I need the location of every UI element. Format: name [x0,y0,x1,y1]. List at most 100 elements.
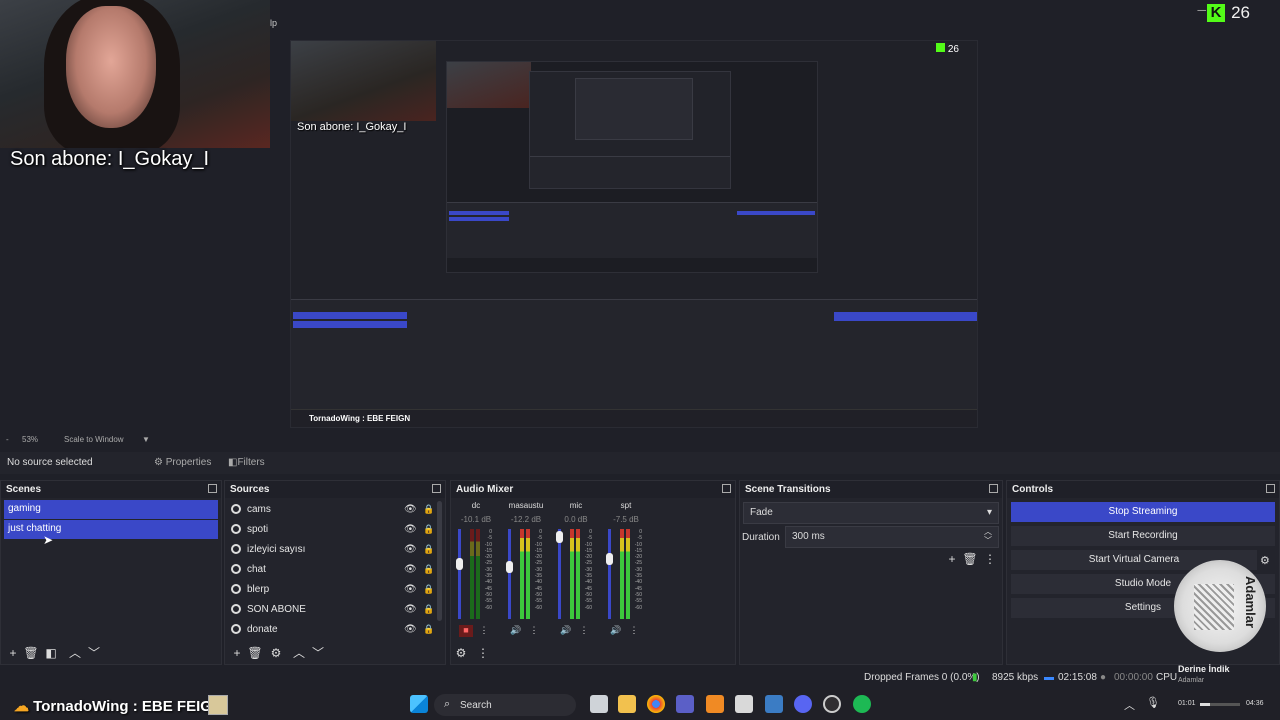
lock-icon[interactable]: 🔒 [423,604,434,615]
move-up-button[interactable]: ︿ [67,645,83,661]
source-icon [231,624,241,634]
duration-input[interactable]: 300 ms ︿ ﹀ [785,526,999,548]
filters-button[interactable]: ◧Filters [224,455,269,472]
lock-icon[interactable]: 🔒 [423,504,434,515]
remove-source-button[interactable]: 🗑 [247,645,263,661]
properties-button[interactable]: ⚙ Properties [150,455,215,472]
chevron-down-icon[interactable]: ▼ [142,435,150,444]
discord-icon[interactable] [794,695,812,713]
scene-gaming[interactable]: gaming [4,500,218,519]
eye-icon[interactable]: 👁 [404,624,417,635]
scene-just-chatting[interactable]: just chatting [4,520,218,539]
task-view-icon[interactable] [590,695,608,713]
undock-icon[interactable] [989,484,998,493]
sources-scrollbar[interactable] [437,501,442,621]
mixer-menu-icon[interactable]: ⋮ [475,645,491,661]
transition-type-select[interactable]: Fade ▾ [743,502,999,524]
source-row[interactable]: izleyici sayısı 👁 🔒 [229,541,439,559]
speaker-icon[interactable]: 🔊 [559,625,573,637]
source-row[interactable]: spoti 👁 🔒 [229,521,439,539]
speaker-icon[interactable]: 🔊 [609,625,623,637]
scene-transitions-dock: Scene Transitions Fade ▾ Duration 300 ms… [739,480,1003,665]
eye-icon[interactable]: 👁 [404,544,417,555]
add-scene-button[interactable]: + [5,645,21,661]
add-transition-button[interactable]: + [944,551,960,567]
chrome-icon[interactable] [647,695,665,713]
lock-icon[interactable]: 🔒 [423,524,434,535]
undock-icon[interactable] [1266,484,1275,493]
transition-menu-icon[interactable]: ⋮ [982,551,998,567]
undock-icon[interactable] [208,484,217,493]
scene-filters-button[interactable]: ◧ [43,645,59,661]
lock-icon[interactable]: 🔒 [423,584,434,595]
source-row[interactable]: chat 👁 🔒 [229,561,439,579]
add-source-button[interactable]: + [229,645,245,661]
source-row[interactable]: SON ABONE 👁 🔒 [229,601,439,619]
mic-icon[interactable]: 🎙 [1146,696,1160,709]
app-icon[interactable] [706,695,724,713]
file-explorer-icon[interactable] [618,695,636,713]
channel-menu-icon[interactable]: ⋮ [527,625,541,637]
volume-fader[interactable] [458,529,461,619]
settings-app-icon[interactable] [765,695,783,713]
chevron-down-icon: ▾ [986,507,992,518]
menu-help[interactable]: lp [270,18,277,28]
fader-knob[interactable] [456,558,463,570]
stop-streaming-button[interactable]: Stop Streaming [1011,502,1275,522]
spotify-icon[interactable] [853,695,871,713]
start-recording-button[interactable]: Start Recording [1011,526,1275,546]
obs-icon[interactable] [823,695,841,713]
db-scale: 0 -5 -10 -15 -20 -25 -30 -35 -40 -45 -50 -55 -60 [634,529,642,611]
move-down-button[interactable]: ﹀ [310,645,326,661]
eye-icon[interactable]: 👁 [404,524,417,535]
move-up-button[interactable]: ︿ [291,645,307,661]
eye-icon[interactable]: 👁 [404,504,417,515]
notes-icon[interactable] [735,695,753,713]
move-down-button[interactable]: ﹀ [86,645,102,661]
lock-icon[interactable]: 🔒 [423,624,434,635]
status-bar: Dropped Frames 0 (0.0%) ▮ 8925 kbps ▬ 02… [0,669,1280,687]
source-row[interactable]: blerp 👁 🔒 [229,581,439,599]
signal-icon: ▮ [972,672,978,683]
channel-menu-icon[interactable]: ⋮ [477,625,491,637]
taskbar-search[interactable]: ⌕ Search [434,694,576,716]
volume-fader[interactable] [508,529,511,619]
spotify-progress[interactable] [1200,703,1240,706]
teams-icon[interactable] [676,695,694,713]
lock-icon[interactable]: 🔒 [423,564,434,575]
scale-mode-select[interactable]: Scale to Window [64,435,124,444]
speaker-icon[interactable]: 🔊 [509,625,523,637]
tray-chevron-icon[interactable]: ︿ [1124,697,1135,713]
duration-label: Duration [742,532,780,543]
obs-preview[interactable]: Son abone: I_Gokay_I 26 TornadoWing : EB… [290,40,978,428]
eye-icon[interactable]: 👁 [404,604,417,615]
eye-icon[interactable]: 👁 [404,584,417,595]
preview-scene-chatting [293,321,407,328]
channel-menu-icon[interactable]: ⋮ [627,625,641,637]
minimize-icon[interactable]: ─ [1197,3,1206,17]
fader-knob[interactable] [556,531,563,543]
fader-knob[interactable] [606,553,613,565]
remove-transition-button[interactable]: 🗑 [962,551,978,567]
volume-fader[interactable] [608,529,611,619]
remove-scene-button[interactable]: 🗑 [23,645,39,661]
fader-knob[interactable] [506,561,513,573]
album-art-image [1194,584,1234,630]
channel-menu-icon[interactable]: ⋮ [577,625,591,637]
mute-toggle[interactable]: ■ [459,625,473,637]
windows-start-icon[interactable] [410,695,428,713]
source-icon [231,584,241,594]
source-row[interactable]: cams 👁 🔒 [229,501,439,519]
undock-icon[interactable] [432,484,441,493]
mixer-channel-masaustu: masaustu -12.2 dB 0 -5 -10 -15 -20 -25 -30 -35-… [501,501,551,641]
source-properties-icon[interactable]: ⚙ [268,645,284,661]
mixer-header: Audio Mixer [451,481,735,498]
source-row[interactable]: donate 👁 🔒 [229,621,439,639]
preview-scene-gaming [293,312,407,319]
mixer-channel-dc: dc -10.1 dB 0 -5 -10 -15 -20 -25 -30 -35 -40 -45-… [451,501,501,641]
undock-icon[interactable] [722,484,731,493]
eye-icon[interactable]: 👁 [404,564,417,575]
gear-icon[interactable]: ⚙ [1260,554,1270,567]
advanced-audio-icon[interactable]: ⚙ [453,645,469,661]
lock-icon[interactable]: 🔒 [423,544,434,555]
